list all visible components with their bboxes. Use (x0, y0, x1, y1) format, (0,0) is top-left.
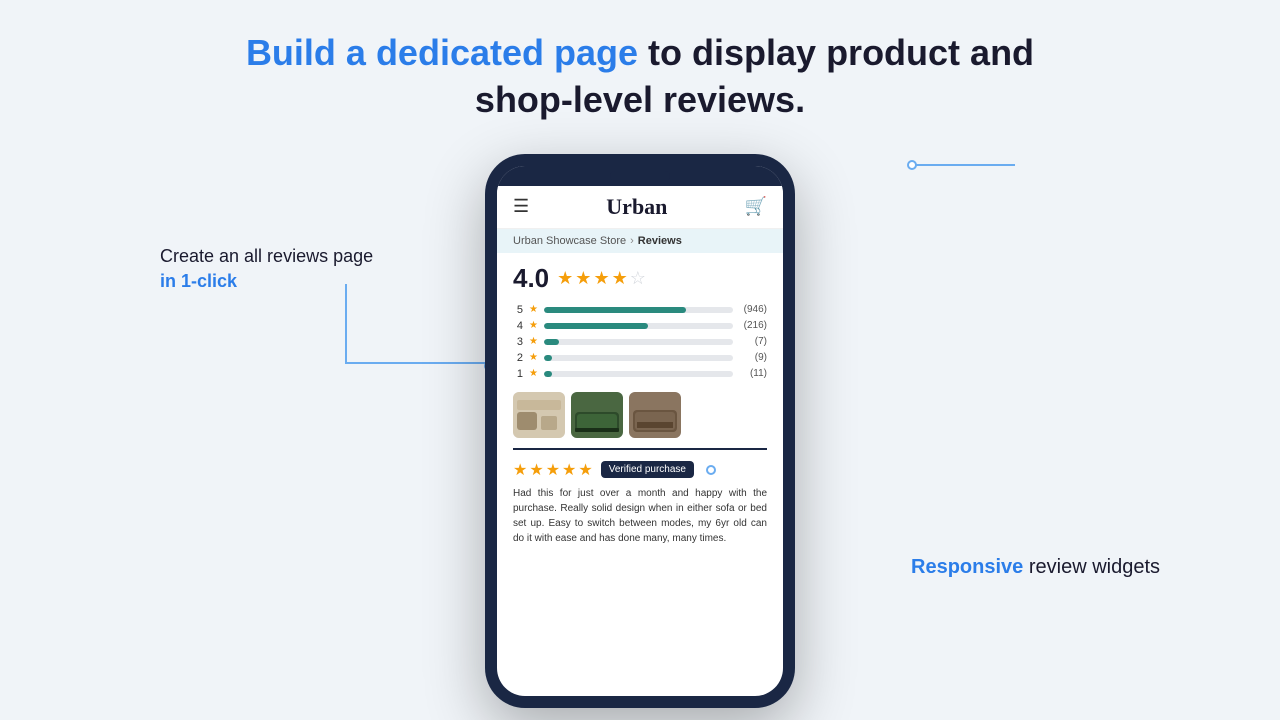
photo-row (513, 392, 767, 438)
phone-screen: ☰ Urban 🛒 Urban Showcase Store › Reviews… (497, 166, 783, 696)
photo-thumb-2[interactable] (571, 392, 623, 438)
right-annotation: Responsive review widgets (911, 554, 1160, 580)
headline-highlight: Build a dedicated page (246, 32, 638, 73)
breadcrumb: Urban Showcase Store › Reviews (497, 229, 783, 253)
overall-stars: ★ ★ ★ ★ ☆ (557, 268, 646, 289)
rating-row-5: 5 ★ (946) (513, 304, 767, 316)
main-content: Create an all reviews page in 1-click ☰ … (0, 154, 1280, 708)
overall-rating: 4.0 ★ ★ ★ ★ ☆ (513, 263, 767, 294)
phone-notch (497, 166, 783, 186)
photo-thumb-1[interactable] (513, 392, 565, 438)
rating-row-4: 4 ★ (216) (513, 320, 767, 332)
rating-row-3: 3 ★ (7) (513, 336, 767, 348)
right-annotation-text: Responsive review widgets (911, 554, 1160, 580)
bar-bg-3 (544, 339, 733, 345)
annotation-line-left (345, 284, 485, 364)
rating-row-1: 1 ★ (11) (513, 368, 767, 380)
bar-fill-5 (544, 307, 686, 313)
notch-pill (610, 171, 670, 181)
app-header: ☰ Urban 🛒 (497, 186, 783, 229)
verified-badge: Verified purchase (601, 461, 694, 478)
verified-dot (706, 465, 716, 475)
bar-bg-1 (544, 371, 733, 377)
review-stars: ★ ★ ★ ★ ★ (513, 460, 593, 480)
breadcrumb-store: Urban Showcase Store (513, 235, 626, 247)
review-header: ★ ★ ★ ★ ★ Verified purchase (513, 460, 767, 480)
bar-bg-4 (544, 323, 733, 329)
rating-row-2: 2 ★ (9) (513, 352, 767, 364)
phone-mockup: ☰ Urban 🛒 Urban Showcase Store › Reviews… (485, 154, 795, 708)
star-2: ★ (575, 268, 591, 289)
left-annotation: Create an all reviews page in 1-click (160, 244, 373, 294)
rating-bars: 5 ★ (946) 4 ★ (216) 3 ★ (513, 304, 767, 380)
app-title: Urban (606, 194, 667, 220)
bar-bg-2 (544, 355, 733, 361)
headline: Build a dedicated page to display produc… (246, 30, 1034, 124)
star-5: ☆ (630, 268, 646, 289)
responsive-label: Responsive (911, 556, 1023, 578)
bar-fill-2 (544, 355, 552, 361)
review-text: Had this for just over a month and happy… (513, 486, 767, 546)
rating-number: 4.0 (513, 263, 549, 294)
bar-fill-1 (544, 371, 552, 377)
one-click-label: in 1-click (160, 271, 237, 291)
bar-fill-4 (544, 323, 648, 329)
star-4: ★ (612, 268, 628, 289)
star-1: ★ (557, 268, 573, 289)
bar-bg-5 (544, 307, 733, 313)
bar-fill-3 (544, 339, 559, 345)
left-annotation-text: Create an all reviews page in 1-click (160, 244, 373, 294)
star-3: ★ (593, 268, 609, 289)
cart-icon[interactable]: 🛒 (745, 196, 767, 217)
breadcrumb-separator: › (630, 235, 634, 247)
review-card: ★ ★ ★ ★ ★ Verified purchase Had this for… (513, 460, 767, 554)
photo-thumb-3[interactable] (629, 392, 681, 438)
hamburger-icon[interactable]: ☰ (513, 196, 529, 217)
annotation-dot-right (907, 160, 917, 170)
breadcrumb-page: Reviews (638, 235, 682, 247)
annotation-line-right (915, 164, 1015, 166)
section-divider (513, 448, 767, 450)
reviews-section: 4.0 ★ ★ ★ ★ ☆ 5 ★ ( (497, 253, 783, 564)
